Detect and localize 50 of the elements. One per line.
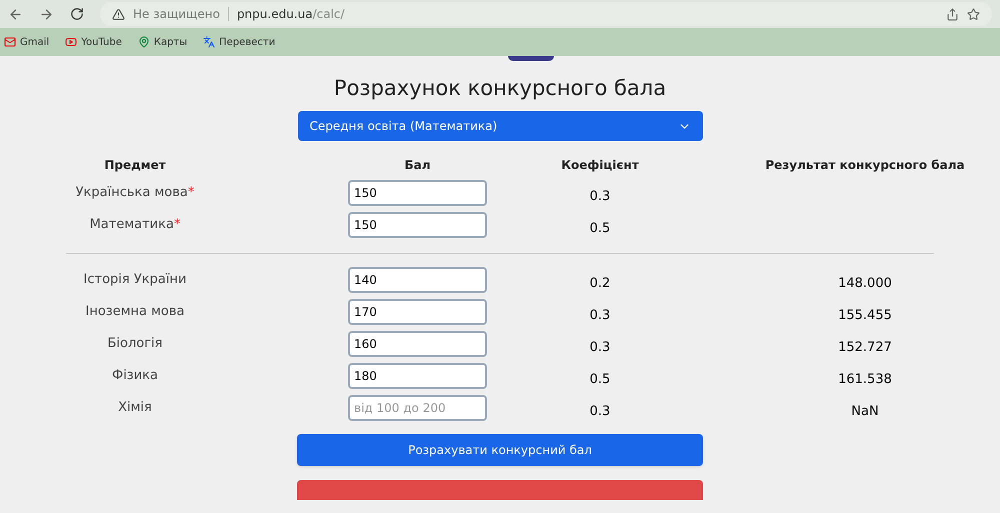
share-icon[interactable] [946,8,959,20]
score-input[interactable]: 150 [348,212,487,238]
coefficient-text: 0.3 [590,404,610,420]
mail-icon [4,36,16,48]
bookmark-link[interactable]: Карты [138,34,188,50]
translate-icon [203,36,216,48]
url-text: pnpu.edu.ua/calc/ [236,6,345,23]
score-input[interactable]: 160 [348,331,487,357]
column-header: Коефіцієнт [561,158,639,172]
subject-label: Українська мова* [76,185,194,200]
coefficient-text: 0.3 [590,308,610,324]
column-header: Бал [404,158,431,172]
subject-label: Математика* [90,217,180,232]
score-input[interactable]: 140 [348,267,487,293]
score-input[interactable]: 150 [348,180,487,206]
subject-label: Хімія [118,400,152,416]
result-text: NaN [851,404,879,420]
map-pin-icon [138,36,150,48]
program-select[interactable]: Середня освіта (Математика) [298,111,702,141]
coefficient-text: 0.3 [590,340,610,356]
reload-icon[interactable] [70,7,84,21]
video-play-icon [65,36,78,48]
column-header: Результат конкурсного бала [765,158,965,172]
bookmark-link[interactable]: Gmail [4,34,50,50]
result-text: 148.000 [838,276,892,292]
result-text: 152.727 [838,340,892,356]
calculate-button[interactable]: Розрахувати конкурсний бал [297,434,703,466]
subject-label: Фізика [112,368,158,384]
subject-label: Іноземна мова [86,304,184,320]
score-input[interactable]: 170 [348,299,487,325]
subject-label: Історія України [84,272,186,288]
column-header: Предмет [104,158,166,172]
star-icon[interactable] [967,8,980,20]
bookmark-link[interactable]: Перевести [203,34,276,50]
score-input[interactable]: від 100 до 200 [348,395,487,421]
score-input[interactable]: 180 [348,363,487,389]
result-text: 155.455 [838,308,892,324]
forward-icon[interactable] [39,6,54,22]
address-bar[interactable]: Не защищено pnpu.edu.ua/calc/ [100,2,992,26]
page-title: Розрахунок конкурсного бала [334,75,666,102]
result-text: 161.538 [838,372,892,388]
coefficient-text: 0.2 [590,276,610,292]
back-icon[interactable] [8,6,23,22]
warning-icon [112,8,125,20]
subject-label: Біологія [107,336,162,352]
security-text: Не защищено [133,6,220,23]
bookmark-link[interactable]: YouTube [65,34,122,50]
coefficient-text: 0.5 [590,372,610,388]
coefficient-text: 0.3 [590,189,610,204]
coefficient-text: 0.5 [590,221,610,236]
